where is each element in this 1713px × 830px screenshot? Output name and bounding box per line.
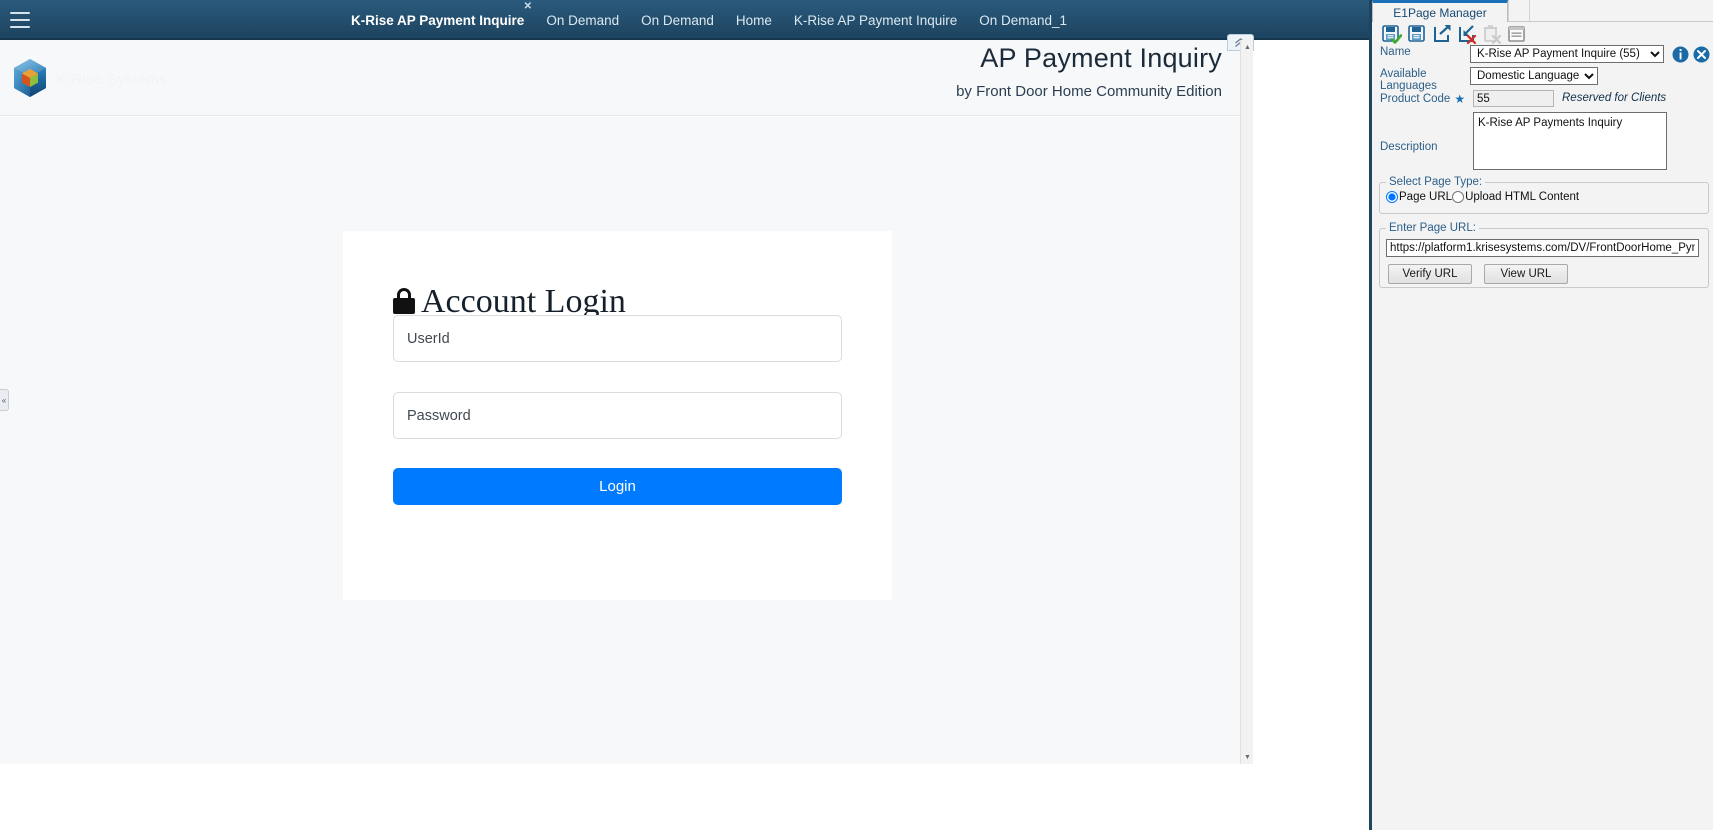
export-icon[interactable] [1431,24,1452,44]
main-application-area: K-Rise AP Payment Inquire ✕ On Demand On De… [0,0,1369,830]
radio-upload-html-label: Upload HTML Content [1465,191,1580,203]
product-code-note: Reserved for Clients [1562,92,1667,104]
page-name-select[interactable]: K-Rise AP Payment Inquire (55) [1470,45,1664,63]
nav-tab-1[interactable]: On Demand [535,0,630,40]
nav-tab-label: On Demand [546,12,620,28]
nav-tab-3[interactable]: Home [725,0,783,40]
password-input[interactable] [393,392,842,439]
notes-icon[interactable] [1506,24,1527,44]
delete-icon [1481,24,1502,45]
nav-tab-0[interactable]: K-Rise AP Payment Inquire ✕ [340,0,535,49]
nav-tab-2[interactable]: On Demand [630,0,725,40]
tab-e1page-manager[interactable]: E1Page Manager [1372,0,1508,22]
login-button[interactable]: Login [393,468,842,505]
cube-logo-icon [13,58,47,98]
nav-tab-label: K-Rise AP Payment Inquire [351,12,525,28]
radio-upload-html-input[interactable] [1452,191,1465,203]
scroll-down-icon[interactable]: ▼ [1241,750,1254,764]
radio-page-url-label: Page URL [1399,191,1453,203]
product-code-label: Product Code [1380,93,1451,105]
nav-tabstrip: K-Rise AP Payment Inquire ✕ On Demand On De… [340,0,1078,49]
page-url-input[interactable] [1386,239,1699,257]
page-header: K-Rise Systems AP Payment Inquiry by Fro… [0,34,1254,116]
description-textarea[interactable]: K-Rise AP Payments Inquiry [1473,112,1667,170]
panel-toolbar [1372,22,1713,63]
nav-tab-close-icon[interactable]: ✕ [522,2,533,13]
required-star-icon: ★ [1454,92,1466,106]
page-scrollbar[interactable]: ▲ ▼ [1240,40,1253,764]
save-and-validate-icon[interactable] [1381,24,1403,44]
radio-page-url[interactable]: Page URL [1386,191,1452,203]
available-languages-label: Available Languages [1380,68,1437,92]
hamburger-menu-icon[interactable] [8,10,32,30]
radio-page-url-input[interactable] [1386,191,1398,203]
description-label: Description [1380,141,1438,153]
collapse-left-handle[interactable]: « [0,389,9,411]
view-url-button[interactable]: View URL [1484,264,1568,284]
product-code-input[interactable] [1473,90,1554,107]
tab-label: E1Page Manager [1393,5,1487,20]
lock-icon [393,288,415,314]
info-icon[interactable] [1672,46,1689,63]
page-title: AP Payment Inquiry [980,43,1222,73]
userid-input[interactable] [393,315,842,362]
enter-page-url-legend: Enter Page URL: [1389,222,1476,234]
page-type-radio-row: Page URL Upload HTML Content [1386,191,1702,203]
brand-wordmark: K-Rise Systems [56,71,167,88]
nav-tab-4[interactable]: K-Rise AP Payment Inquire [783,0,968,40]
nav-tab-label: On Demand_1 [979,12,1068,28]
page-body: Account Login Login [0,117,1240,764]
page-footer-area [0,764,1253,830]
panel-tabbar: E1Page Manager [1372,0,1713,22]
page-subtitle: by Front Door Home Community Edition [956,83,1222,100]
nav-tab-label: On Demand [641,12,714,28]
nav-tab-label: Home [735,12,772,28]
e1page-manager-panel: E1Page Manager Name K-Rise AP Payment In… [1369,0,1713,830]
save-icon[interactable] [1406,24,1427,44]
verify-url-button[interactable]: Verify URL [1388,264,1472,284]
close-icon[interactable] [1693,46,1710,63]
select-page-type-legend: Select Page Type: [1389,176,1483,188]
radio-upload-html[interactable]: Upload HTML Content [1452,191,1579,203]
enter-page-url-group: Enter Page URL: Verify URL View URL [1379,222,1709,288]
nav-tab-5[interactable]: On Demand_1 [968,0,1078,40]
app-root: K-Rise AP Payment Inquire ✕ On Demand On De… [0,0,1713,830]
import-icon[interactable] [1456,24,1477,45]
name-label: Name [1380,46,1411,58]
available-languages-select[interactable]: Domestic Language [1470,67,1598,85]
scroll-up-icon[interactable]: ▲ [1241,40,1254,54]
top-navigation-bar: K-Rise AP Payment Inquire ✕ On Demand On De… [0,0,1369,49]
panel-tab-spacer [1508,0,1530,22]
nav-tab-label: K-Rise AP Payment Inquire [793,12,958,28]
login-card: Account Login Login [343,231,892,600]
select-page-type-group: Select Page Type: Page URL Upload HTML C… [1379,176,1709,214]
